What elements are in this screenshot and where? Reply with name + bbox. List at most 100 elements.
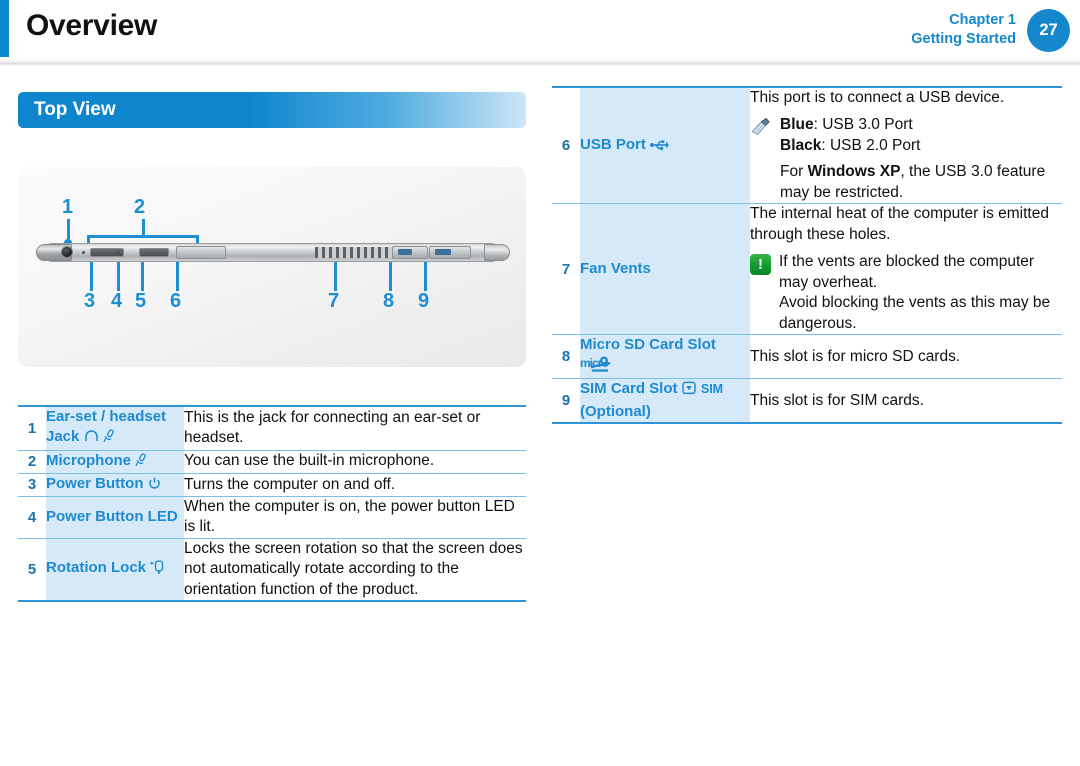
table-row: 6 USB Port This port is to connect a USB… <box>552 87 1062 204</box>
header-accent-bar <box>0 0 9 57</box>
row-description: This port is to connect a USB device. Bl… <box>750 87 1062 204</box>
row-label-text: SIM Card Slot <box>580 380 678 398</box>
rotation-lock-button <box>139 248 169 257</box>
row-number: 6 <box>561 137 571 155</box>
row-number: 2 <box>18 449 46 474</box>
usb-note-line-blue: Blue: USB 3.0 Port <box>780 115 1062 135</box>
headphone-icon <box>84 429 99 449</box>
row-description: This slot is for SIM cards. <box>750 378 1062 423</box>
usb-blue-value: : USB 3.0 Port <box>813 116 913 134</box>
header-divider <box>0 57 1080 66</box>
row-number: 8 <box>552 333 580 379</box>
row-label-text: Fan Vents <box>580 260 651 277</box>
row-description: Turns the computer on and off. <box>184 472 526 497</box>
rotation-lock-icon <box>150 559 166 580</box>
row-label: Ear-set / headset Jack <box>46 406 184 450</box>
row-description: This is the jack for connecting an ear-s… <box>184 408 481 447</box>
fan-vents-caution-block: ! If the vents are blocked the computer … <box>750 252 1062 334</box>
row-number: 9 <box>552 378 580 423</box>
table-row: 3 Power Button Turns the computer on and… <box>18 472 526 497</box>
usb-port-slot <box>176 246 226 259</box>
row-description-lead: This port is to connect a USB device. <box>750 89 1005 106</box>
row-label: USB Port <box>580 87 750 204</box>
row-label-text: USB Port <box>580 135 646 153</box>
callout-number-3: 3 <box>84 290 96 312</box>
row-description: You can use the built-in microphone. <box>184 449 526 474</box>
callout-number-8: 8 <box>383 290 395 312</box>
row-label: Microphone <box>46 449 184 474</box>
row-label-text: Micro SD Card Slot <box>580 335 716 353</box>
page-title: Overview <box>26 9 158 42</box>
chapter-block: Chapter 1 Getting Started <box>911 11 1016 48</box>
row-description: Locks the screen rotation so that the sc… <box>184 537 526 602</box>
callout-number-9: 9 <box>418 290 430 312</box>
page-header: Overview Chapter 1 Getting Started 27 <box>0 0 1080 58</box>
row-number: 4 <box>18 496 46 539</box>
table-row: 8 Micro SD Card Slot micro This slot is … <box>552 333 1062 379</box>
usb-icon <box>650 137 670 157</box>
sim-label-text: SIM <box>700 382 724 397</box>
section-banner: Top View <box>18 92 526 128</box>
row-description: This slot is for micro SD cards. <box>750 333 1062 379</box>
chapter-subtitle: Getting Started <box>911 30 1016 47</box>
callout-number-6: 6 <box>170 290 182 312</box>
sim-card-icon <box>681 381 697 401</box>
row-description: When the computer is on, the power butto… <box>184 496 526 539</box>
microphone-hole-left <box>82 251 85 254</box>
table-row: 5 Rotation Lock Locks the screen rotatio… <box>18 537 526 602</box>
device-body <box>36 241 510 264</box>
power-icon <box>148 476 161 496</box>
page-number-badge: 27 <box>1027 9 1070 52</box>
leader-line-2-span <box>87 235 199 238</box>
sim-slot-glyph <box>435 249 451 255</box>
usb-xp-pre: For <box>780 163 808 181</box>
power-led <box>117 251 120 254</box>
usb-note-line-xp: For Windows XP, the USB 3.0 feature may … <box>780 162 1062 203</box>
sim-optional-text: (Optional) <box>580 402 651 420</box>
row-label: Power Button <box>46 472 184 497</box>
row-number: 1 <box>27 419 37 437</box>
row-label-text: Power Button <box>46 474 144 492</box>
microphone-icon <box>135 452 147 473</box>
table-row: 9 SIM Card Slot SIM (Optional) This slot… <box>552 378 1062 423</box>
usb-black-label: Black <box>780 136 822 154</box>
table-row: 7 Fan Vents The internal heat of the com… <box>552 203 1062 335</box>
row-label: SIM Card Slot SIM (Optional) <box>580 378 750 423</box>
row-label: Rotation Lock <box>46 537 184 602</box>
callout-number-1: 1 <box>62 196 74 218</box>
device-illustration: 1 2 3 4 5 6 7 8 9 <box>18 167 526 367</box>
section-banner-label: Top View <box>34 99 116 120</box>
row-label-text: Power Button LED <box>46 508 178 526</box>
callout-number-2: 2 <box>134 196 146 218</box>
row-number: 7 <box>552 203 580 335</box>
note-pencil-icon <box>750 117 772 143</box>
row-number: 5 <box>18 537 46 602</box>
row-label-text: Rotation Lock <box>46 559 146 577</box>
left-spec-table: 1 Ear-set / headset Jack This is the jac… <box>18 405 526 602</box>
chapter-label: Chapter 1 <box>949 12 1016 28</box>
headphone-jack-port <box>61 246 73 258</box>
micro-sd-logo-icon: micro <box>580 355 750 378</box>
caution-exclamation-icon: ! <box>750 254 771 276</box>
usb-black-value: : USB 2.0 Port <box>821 136 921 154</box>
usb-blue-label: Blue <box>780 116 814 134</box>
callout-number-7: 7 <box>328 290 340 312</box>
usb-xp-bold: Windows XP <box>807 163 901 181</box>
table-row: 1 Ear-set / headset Jack This is the jac… <box>18 406 526 450</box>
row-label: Micro SD Card Slot micro <box>580 333 750 379</box>
fan-vents <box>315 247 403 258</box>
row-label-text: Microphone <box>46 451 131 469</box>
right-spec-table: 6 USB Port This port is to connect a USB… <box>552 86 1062 424</box>
callout-number-4: 4 <box>111 290 123 312</box>
usb-note-line-black: Black: USB 2.0 Port <box>780 136 1062 156</box>
row-number: 3 <box>18 472 46 497</box>
row-label: Power Button LED <box>46 496 184 539</box>
usb-note-block: Blue: USB 3.0 Port Black: USB 2.0 Port F… <box>750 115 1062 203</box>
table-row: 4 Power Button LED When the computer is … <box>18 496 526 539</box>
caution-line-1: If the vents are blocked the computer ma… <box>779 253 1035 291</box>
microphone-icon <box>103 429 115 449</box>
callout-number-5: 5 <box>135 290 147 312</box>
row-label: Fan Vents <box>580 203 750 335</box>
caution-line-2: Avoid blocking the vents as this may be … <box>779 294 1051 332</box>
usb-note-body: Blue: USB 3.0 Port Black: USB 2.0 Port F… <box>780 115 1062 203</box>
